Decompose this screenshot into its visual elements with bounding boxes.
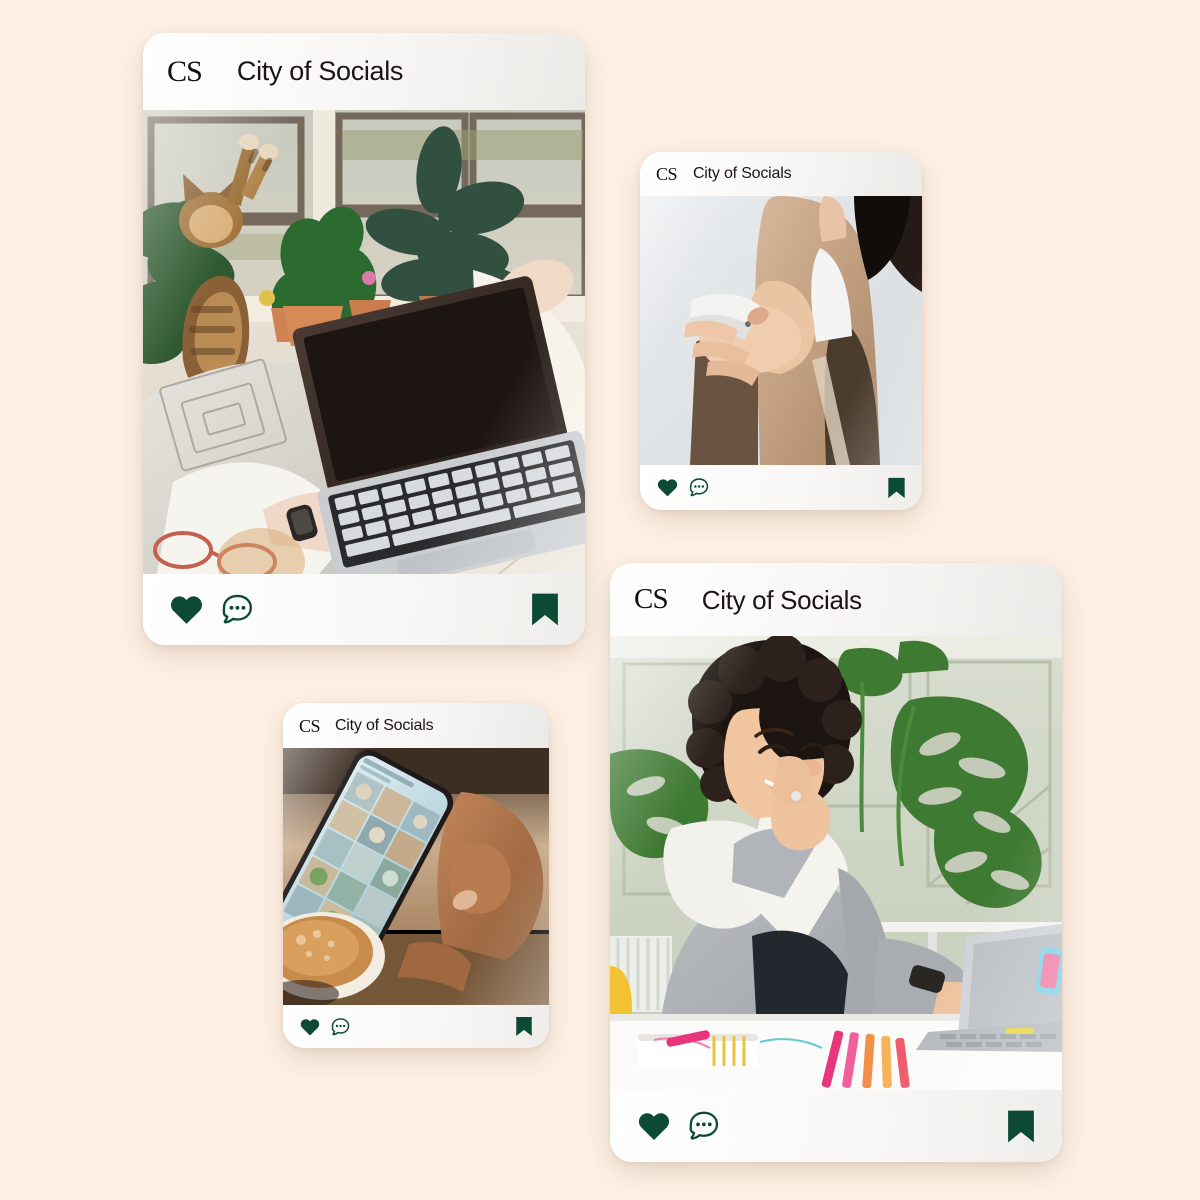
bookmark-icon[interactable] (887, 476, 906, 500)
card-footer (143, 574, 585, 645)
footer-actions (636, 1108, 721, 1144)
comment-bubble-icon[interactable] (218, 591, 255, 628)
post-photo (143, 110, 585, 574)
post-card[interactable]: CS City of Socials (283, 703, 549, 1048)
post-photo (610, 636, 1062, 1090)
card-footer (283, 1005, 549, 1048)
card-footer (610, 1090, 1062, 1162)
post-photo (283, 748, 549, 1005)
footer-actions (656, 476, 710, 499)
brand-name: City of Socials (692, 165, 792, 182)
cs-logo-icon: CS (167, 54, 203, 88)
footer-actions (299, 1016, 351, 1038)
card-header: CS City of Socials (143, 33, 585, 110)
heart-icon[interactable] (299, 1016, 321, 1038)
brand-name: City of Socials (701, 584, 862, 615)
comment-bubble-icon[interactable] (685, 1108, 721, 1144)
mockup-board: CS City of Socials CS City of Socials CS… (0, 0, 1200, 1200)
card-header: CS City of Socials (640, 152, 922, 196)
card-footer (640, 465, 922, 510)
brand-name: City of Socials (334, 716, 434, 734)
post-photo (640, 196, 922, 465)
heart-icon[interactable] (656, 476, 679, 499)
comment-bubble-icon[interactable] (329, 1016, 351, 1038)
cs-logo-icon: CS (299, 715, 320, 736)
card-header: CS City of Socials (283, 703, 549, 748)
cs-logo-icon: CS (656, 164, 677, 184)
comment-bubble-icon[interactable] (687, 476, 710, 499)
post-card[interactable]: CS City of Socials (610, 563, 1062, 1162)
card-header: CS City of Socials (610, 563, 1062, 636)
bookmark-icon[interactable] (530, 591, 560, 628)
post-card[interactable]: CS City of Socials (640, 152, 922, 510)
brand-name: City of Socials (236, 56, 404, 86)
footer-actions (168, 591, 255, 628)
bookmark-icon[interactable] (515, 1015, 533, 1038)
bookmark-icon[interactable] (1006, 1108, 1036, 1145)
heart-icon[interactable] (168, 591, 205, 628)
cs-logo-icon: CS (634, 583, 669, 615)
post-card[interactable]: CS City of Socials (143, 33, 585, 645)
heart-icon[interactable] (636, 1108, 672, 1144)
